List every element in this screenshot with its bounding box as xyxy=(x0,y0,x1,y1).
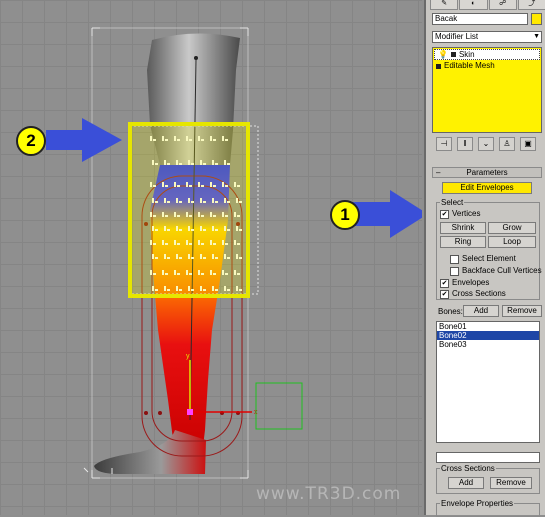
envelopes-checkbox[interactable]: ✔ Envelopes xyxy=(440,278,489,288)
object-name-field[interactable]: Bacak xyxy=(432,13,528,25)
viewport-canvas: y x xyxy=(46,27,422,479)
check-icon: ✔ xyxy=(440,209,449,219)
hierarchy-icon[interactable]: ☍ xyxy=(488,0,517,10)
callout-1-arrow xyxy=(352,190,422,238)
bones-label: Bones: xyxy=(438,307,463,316)
stack-toolbar: ⊣ ‖ ⌄ ♙ ▣ xyxy=(430,137,545,151)
foot-mesh xyxy=(94,430,206,474)
cross-sections-group-label: Cross Sections xyxy=(440,464,496,473)
modifier-stack: 💡 Skin Editable Mesh xyxy=(432,47,542,133)
vertices-label: Vertices xyxy=(452,209,481,218)
envelope-properties-label: Envelope Properties xyxy=(440,499,515,508)
create-icon[interactable]: ✎ xyxy=(430,0,459,10)
callout-2-label: 2 xyxy=(26,131,36,150)
select-element-label: Select Element xyxy=(462,254,516,263)
edit-envelopes-button[interactable]: Edit Envelopes xyxy=(442,182,532,194)
square-icon xyxy=(436,63,441,69)
cross-sections-label: Cross Sections xyxy=(452,289,506,298)
chevron-down-icon: ▼ xyxy=(533,33,540,40)
callout-1-label: 1 xyxy=(340,205,350,224)
make-unique-icon[interactable]: ⌄ xyxy=(478,137,494,151)
add-bone-button[interactable]: Add xyxy=(463,305,499,317)
bone-name-field[interactable] xyxy=(436,452,540,463)
remove-modifier-icon[interactable]: ♙ xyxy=(499,137,515,151)
collapse-icon: – xyxy=(436,168,441,177)
object-color-swatch[interactable] xyxy=(531,13,542,25)
stack-item-skin[interactable]: 💡 Skin xyxy=(434,49,540,60)
backface-cull-checkbox[interactable]: Backface Cull Vertices xyxy=(450,266,542,276)
loop-button[interactable]: Loop xyxy=(488,236,536,248)
cross-sections-checkbox[interactable]: ✔ Cross Sections xyxy=(440,289,506,299)
bulb-icon[interactable]: 💡 xyxy=(438,50,448,60)
show-end-result-icon[interactable]: ‖ xyxy=(457,137,473,151)
callout-1-badge: 1 xyxy=(330,200,360,230)
cs-remove-button[interactable]: Remove xyxy=(490,477,532,489)
modifier-list-label: Modifier List xyxy=(435,32,479,41)
command-panel: ✎ ◐ ☍ ⤴ Bacak Modifier List ▼ 💡 Skin Edi… xyxy=(424,0,545,517)
check-icon: ✔ xyxy=(440,289,449,299)
callout-2-badge: 2 xyxy=(16,126,46,156)
vertices-checkbox[interactable]: ✔ Vertices xyxy=(440,209,480,219)
envelopes-label: Envelopes xyxy=(452,278,490,287)
callout-2-arrow xyxy=(46,118,122,162)
ring-button[interactable]: Ring xyxy=(440,236,486,248)
configure-sets-icon[interactable]: ▣ xyxy=(520,137,536,151)
pin-stack-icon[interactable]: ⊣ xyxy=(436,137,452,151)
grow-button[interactable]: Grow xyxy=(488,222,536,234)
stack-item-label: Skin xyxy=(458,49,475,59)
stack-item-editable-mesh[interactable]: Editable Mesh xyxy=(433,61,541,71)
stack-item-label: Editable Mesh xyxy=(444,61,495,70)
parameters-rollout-header[interactable]: – Parameters xyxy=(432,167,542,178)
highlight-box xyxy=(128,122,250,298)
check-icon: ✔ xyxy=(440,278,449,288)
select-element-checkbox[interactable]: Select Element xyxy=(450,254,516,264)
list-item[interactable]: Bone03 xyxy=(437,340,539,349)
select-group-label: Select xyxy=(440,198,465,207)
motion-icon[interactable]: ⤴ xyxy=(517,0,545,10)
perspective-viewport[interactable]: y x 2 1 www.TR3D.com xyxy=(0,0,422,515)
list-item[interactable]: Bone01 xyxy=(437,322,539,331)
square-icon xyxy=(450,52,456,57)
bones-list[interactable]: Bone01 Bone02 Bone03 xyxy=(436,321,540,443)
watermark: www.TR3D.com xyxy=(256,484,402,504)
backface-cull-label: Backface Cull Vertices xyxy=(462,266,542,275)
svg-text:y: y xyxy=(186,353,190,360)
command-tabs: ✎ ◐ ☍ ⤴ xyxy=(430,0,545,10)
modifier-list-dropdown[interactable]: Modifier List ▼ xyxy=(432,31,542,43)
remove-bone-button[interactable]: Remove xyxy=(502,305,542,317)
parameters-title: Parameters xyxy=(466,168,508,177)
modify-icon[interactable]: ◐ xyxy=(459,0,488,10)
cs-add-button[interactable]: Add xyxy=(448,477,484,489)
shrink-button[interactable]: Shrink xyxy=(440,222,486,234)
list-item[interactable]: Bone02 xyxy=(437,331,539,340)
